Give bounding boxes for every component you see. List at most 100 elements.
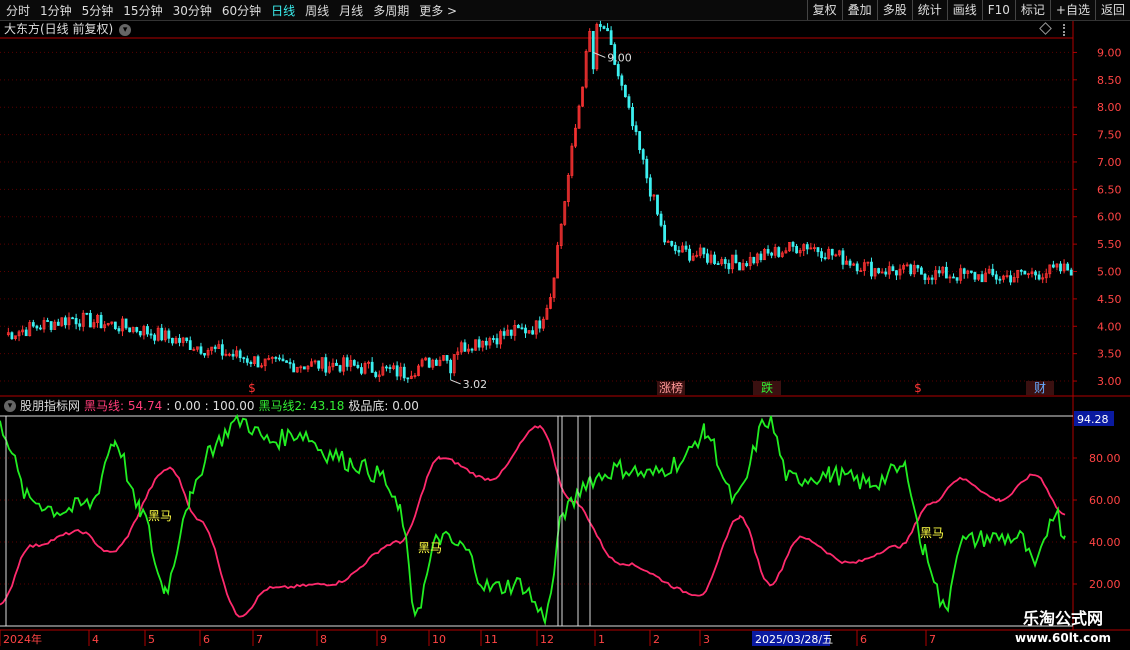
time-axis-label: 11 — [484, 633, 498, 646]
candle-body — [791, 242, 795, 247]
candle-body — [688, 248, 691, 261]
price-axis-label: 5.00 — [1097, 266, 1122, 279]
candle-body — [677, 249, 681, 253]
candle-body — [153, 334, 156, 341]
candles — [6, 20, 1073, 383]
candle-body — [484, 340, 488, 346]
price-axis-label: 5.50 — [1097, 238, 1122, 251]
candle-body — [324, 357, 328, 373]
price-axis-label: 6.00 — [1097, 211, 1122, 224]
candle-body — [302, 366, 306, 370]
candle-body — [74, 318, 78, 325]
candle-body — [623, 84, 627, 98]
candle-body — [249, 361, 253, 364]
candle-body — [816, 247, 820, 253]
candle-body — [135, 327, 139, 332]
candle-body — [702, 247, 706, 255]
high-pointer — [593, 51, 606, 58]
candle-body — [85, 312, 89, 315]
candle-body — [124, 318, 128, 329]
candle-body — [374, 372, 378, 377]
candle-body — [538, 320, 542, 329]
candle-body — [352, 360, 356, 366]
candle-body — [495, 338, 499, 345]
candle-body — [160, 327, 164, 341]
candle-body — [673, 244, 677, 251]
candle-body — [969, 270, 973, 273]
time-axis-label: 10 — [432, 633, 446, 646]
candle-body — [663, 224, 667, 243]
line1-params: : 0.00 : 100.00 — [166, 399, 255, 413]
candle-body — [638, 131, 642, 151]
candle-body — [46, 320, 49, 322]
candle-body — [994, 274, 998, 280]
candle-body — [962, 268, 966, 274]
candle-body — [360, 367, 363, 374]
candle-body — [167, 330, 171, 339]
time-axis-label: 2024年 — [3, 632, 42, 646]
candle-body — [777, 247, 781, 257]
candle-body — [256, 356, 260, 368]
time-axis-label: 6 — [860, 633, 867, 646]
candle-body — [71, 317, 74, 320]
time-axis-label: 7 — [256, 633, 263, 646]
candle-body — [738, 262, 741, 271]
indicator-name[interactable]: 股朋指标网 — [20, 398, 80, 414]
candle-body — [64, 317, 67, 326]
candle-body — [445, 355, 449, 361]
candle-body — [278, 357, 281, 360]
current-value-label: 94.28 — [1077, 413, 1109, 426]
candle-body — [620, 75, 624, 86]
candle-body — [502, 331, 506, 336]
time-axis-label: 6 — [203, 633, 210, 646]
time-axis-label: 9 — [380, 633, 387, 646]
date-cursor-label: 2025/03/28/五 — [755, 633, 833, 646]
candle-body — [616, 64, 620, 77]
indicator-axis-label: 40.00 — [1089, 536, 1121, 549]
candle-body — [149, 333, 153, 336]
candle-body — [805, 244, 809, 250]
candle-body — [492, 338, 495, 340]
candle-body — [727, 263, 731, 270]
candle-body — [292, 363, 296, 373]
line2-label: 黑马线2: 43.18 — [258, 399, 345, 413]
candle-body — [909, 264, 913, 275]
candle-body — [937, 270, 941, 274]
chevron-down-icon[interactable]: ▾ — [4, 400, 16, 412]
candle-body — [609, 30, 613, 45]
price-axis-label: 4.00 — [1097, 320, 1122, 333]
candle-body — [980, 274, 984, 283]
candle-body — [39, 327, 42, 330]
low-label: 3.02 — [463, 378, 488, 391]
candle-body — [627, 96, 631, 108]
time-axis-label: 4 — [92, 633, 99, 646]
indicator-axis-label: 20.00 — [1089, 578, 1121, 591]
candle-body — [24, 329, 28, 337]
candle-body — [923, 273, 927, 280]
candle-body — [998, 278, 1002, 281]
chart-canvas[interactable]: 9.00 8.50 8.00 7.50 7.00 6.50 6.00 5.50 5.00 4.50… — [0, 0, 1130, 650]
candle-body — [1066, 263, 1070, 271]
low-pointer — [450, 379, 461, 385]
candle-body — [870, 261, 873, 277]
watermark-url: www.60lt.com — [1014, 631, 1112, 645]
candle-body — [848, 260, 852, 266]
candle-body — [49, 321, 53, 330]
candle-body — [841, 250, 845, 265]
candle-body — [820, 251, 823, 259]
candle-body — [991, 268, 995, 276]
candle-body — [171, 337, 174, 344]
time-axis-label: 12 — [540, 633, 554, 646]
price-axis-label: 4.50 — [1097, 293, 1122, 306]
candle-body — [199, 346, 203, 354]
candle-body — [659, 213, 663, 226]
candle-body — [656, 194, 659, 215]
candle-body — [434, 359, 438, 366]
candle-body — [770, 252, 774, 256]
high-label: 9.00 — [607, 51, 632, 64]
candle-body — [520, 327, 524, 330]
candle-body — [602, 26, 606, 29]
bottom-label: 极品底: 0.00 — [348, 399, 419, 413]
candle-body — [463, 342, 467, 352]
indicator-header: ▾ 股朋指标网 黑马线: 54.74 : 0.00 : 100.00 黑马线2:… — [4, 398, 419, 414]
